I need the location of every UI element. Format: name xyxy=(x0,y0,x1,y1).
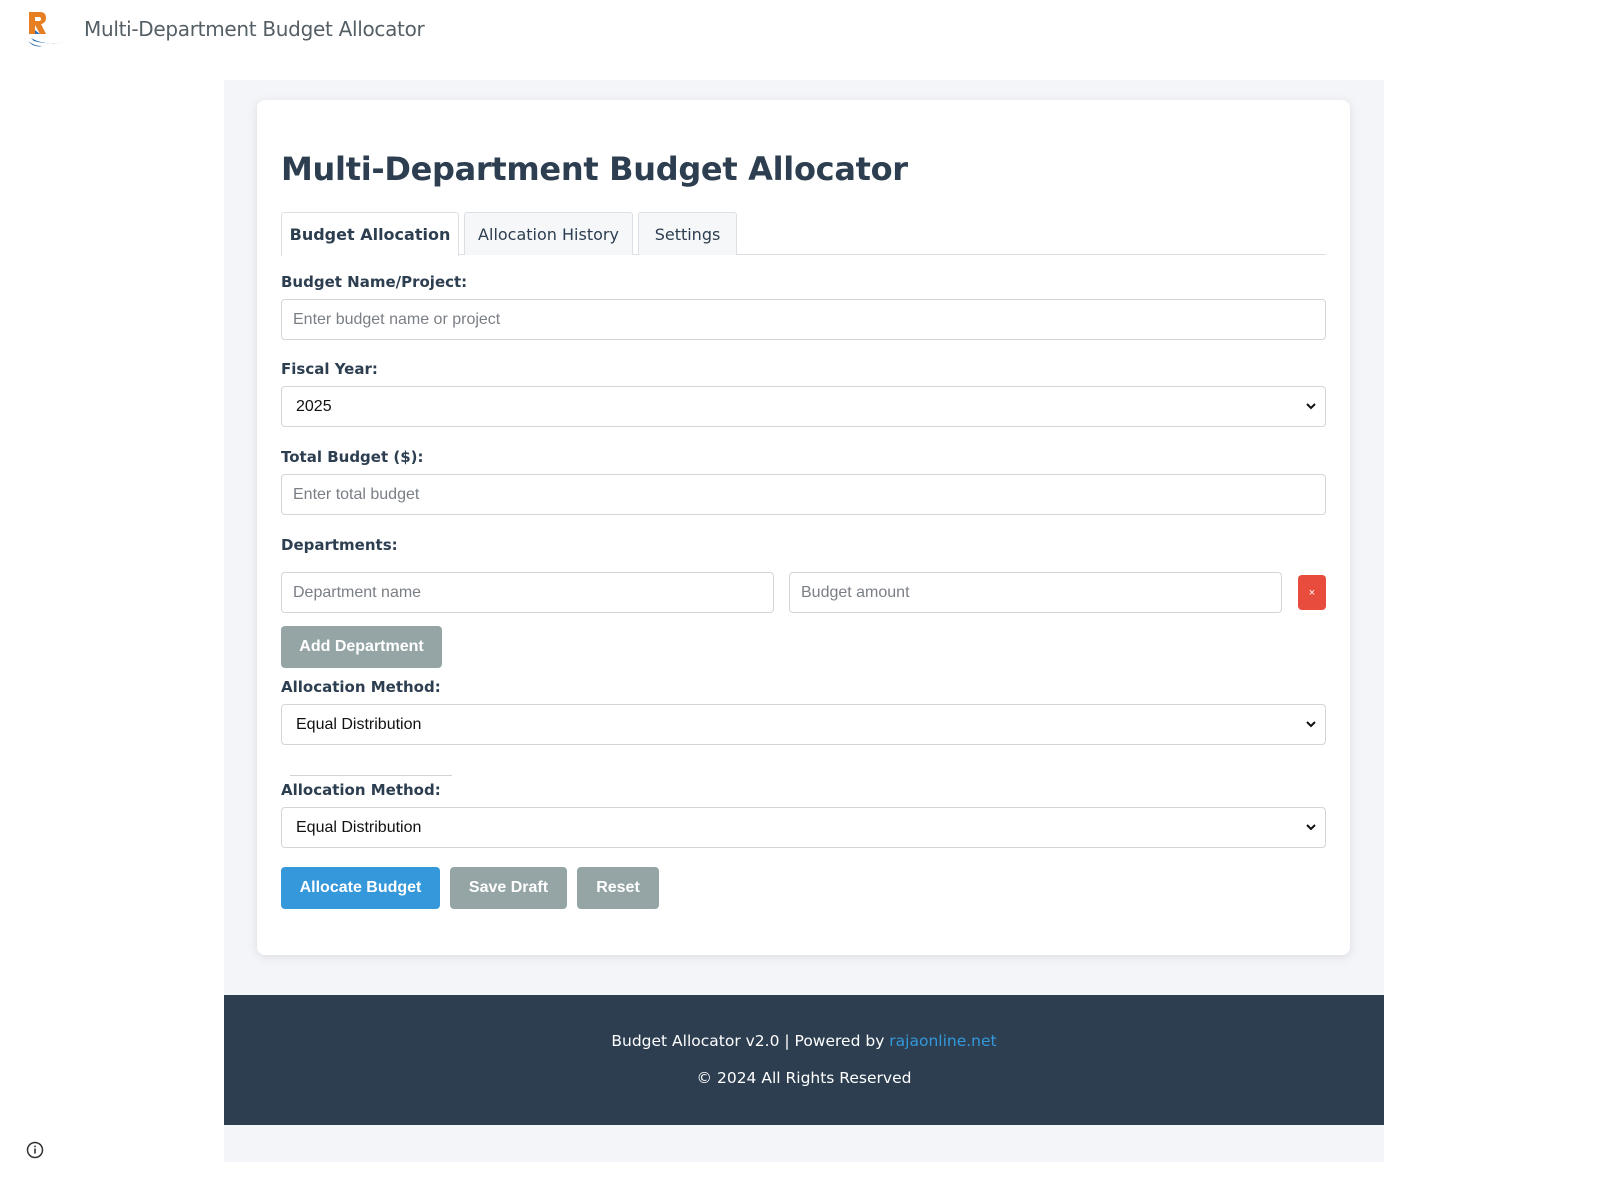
footer-version-line: Budget Allocator v2.0 | Powered by rajao… xyxy=(224,1032,1384,1050)
fiscal-year-value: 2025 xyxy=(296,397,332,415)
tab-allocation-history[interactable]: Allocation History xyxy=(464,212,633,255)
add-department-button[interactable]: Add Department xyxy=(281,626,442,668)
divider xyxy=(290,775,452,776)
chevron-down-icon xyxy=(1306,721,1316,728)
tab-settings[interactable]: Settings xyxy=(638,212,737,255)
chevron-down-icon xyxy=(1306,824,1316,831)
top-bar: Multi-Department Budget Allocator xyxy=(0,0,1600,60)
allocation-method-value-2: Equal Distribution xyxy=(296,818,422,836)
department-name-input[interactable] xyxy=(281,572,774,613)
app-title: Multi-Department Budget Allocator xyxy=(84,17,425,41)
allocation-method-value: Equal Distribution xyxy=(296,715,422,733)
tab-budget-allocation[interactable]: Budget Allocation xyxy=(281,212,459,256)
info-icon[interactable] xyxy=(26,1141,44,1159)
page-frame: Multi-Department Budget Allocator Budget… xyxy=(224,80,1384,1162)
allocation-method-select[interactable]: Equal Distribution xyxy=(281,704,1326,745)
page-title: Multi-Department Budget Allocator xyxy=(281,150,908,188)
departments-label: Departments: xyxy=(281,536,398,554)
allocator-card: Multi-Department Budget Allocator Budget… xyxy=(257,100,1350,955)
allocation-method-label: Allocation Method: xyxy=(281,678,441,696)
fiscal-year-select[interactable]: 2025 xyxy=(281,386,1326,427)
chevron-down-icon xyxy=(1306,403,1316,410)
allocation-method-label-2: Allocation Method: xyxy=(281,781,441,799)
allocation-method-select-2[interactable]: Equal Distribution xyxy=(281,807,1326,848)
save-draft-button[interactable]: Save Draft xyxy=(450,867,567,909)
allocate-budget-button[interactable]: Allocate Budget xyxy=(281,867,440,909)
footer-copyright: © 2024 All Rights Reserved xyxy=(696,1069,912,1087)
footer-version-text: Budget Allocator v2.0 | Powered by xyxy=(611,1032,890,1050)
department-amount-input[interactable] xyxy=(789,572,1282,613)
footer-link[interactable]: rajaonline.net xyxy=(889,1032,996,1050)
total-budget-input[interactable] xyxy=(281,474,1326,515)
total-budget-label: Total Budget ($): xyxy=(281,448,424,466)
tab-bar: Budget Allocation Allocation History Set… xyxy=(281,212,1326,256)
budget-name-label: Budget Name/Project: xyxy=(281,273,468,291)
app-logo xyxy=(28,12,66,47)
reset-button[interactable]: Reset xyxy=(577,867,659,909)
budget-name-input[interactable] xyxy=(281,299,1326,340)
footer: Budget Allocator v2.0 | Powered by rajao… xyxy=(224,995,1384,1125)
remove-department-button[interactable]: × xyxy=(1298,575,1326,610)
fiscal-year-label: Fiscal Year: xyxy=(281,360,378,378)
